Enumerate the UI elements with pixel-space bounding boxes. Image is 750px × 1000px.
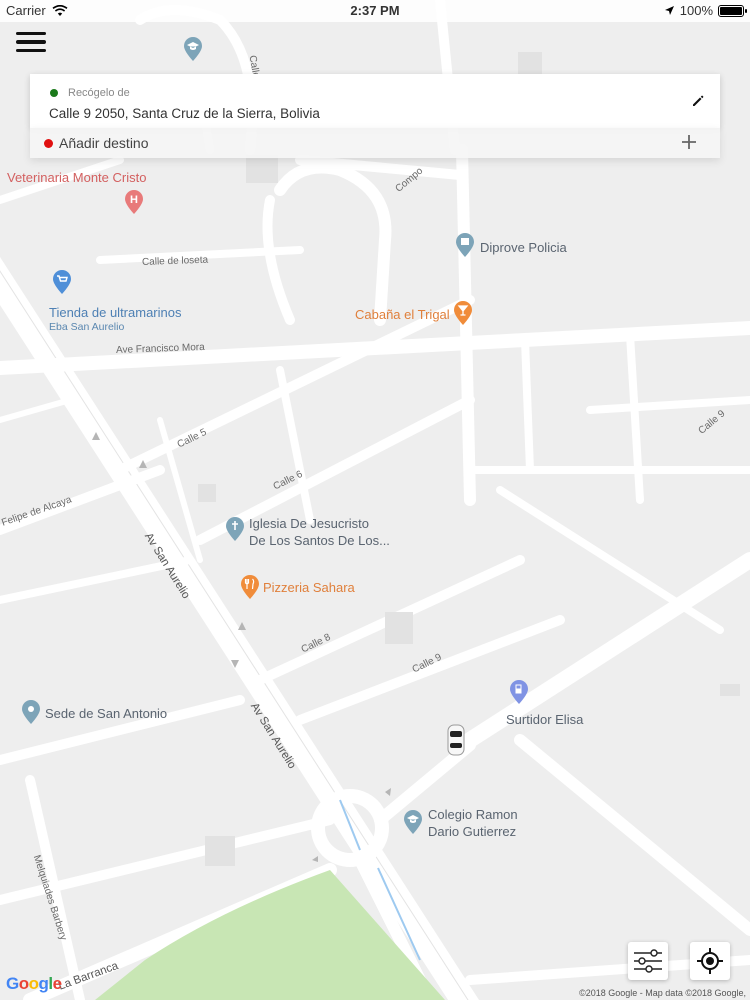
- clock: 2:37 PM: [350, 3, 400, 18]
- pickup-field[interactable]: Recógelo de Calle 9 2050, Santa Cruz de …: [30, 74, 720, 128]
- plus-icon[interactable]: [680, 133, 698, 151]
- poi-label-surtidor[interactable]: Surtidor Elisa: [506, 712, 583, 727]
- google-logo: Google: [6, 974, 62, 993]
- poi-sublabel-tienda: Eba San Aurelio: [49, 321, 125, 333]
- destination-dot-icon: [44, 139, 53, 148]
- cocktail-pin-icon[interactable]: [452, 300, 474, 326]
- status-bar: Carrier 2:37 PM 100%: [0, 0, 750, 22]
- school-pin-icon[interactable]: [402, 809, 424, 835]
- menu-bar: [16, 40, 46, 44]
- sliders-icon: [634, 949, 662, 973]
- poi-label-diprove[interactable]: Diprove Policia: [480, 240, 567, 255]
- poi-label-cabana[interactable]: Cabaña el Trigal: [355, 307, 450, 322]
- pickup-dot-icon: [50, 89, 58, 97]
- car-marker-icon[interactable]: [444, 723, 468, 757]
- restaurant-pin-icon[interactable]: [239, 574, 261, 600]
- map-copyright[interactable]: ©2018 Google - Map data ©2018 Google,: [579, 988, 746, 998]
- street-label: Calle de loseta: [141, 254, 209, 268]
- poi-label-iglesia[interactable]: Iglesia De Jesucristo: [249, 516, 369, 531]
- church-pin-icon[interactable]: [224, 516, 246, 542]
- menu-bar: [16, 31, 46, 36]
- poi-label-pizzeria[interactable]: Pizzeria Sahara: [263, 580, 355, 595]
- poi-label-iglesia-line2: De Los Santos De Los...: [249, 533, 390, 548]
- gas-station-pin-icon[interactable]: [508, 679, 530, 705]
- locate-me-button[interactable]: [690, 942, 730, 980]
- hospital-pin-icon[interactable]: H: [123, 189, 145, 215]
- poi-label-veterinaria[interactable]: Veterinaria Monte Cristo: [7, 170, 146, 185]
- destination-field[interactable]: Añadir destino: [30, 128, 720, 158]
- filter-button[interactable]: [628, 942, 668, 980]
- pickup-address: Calle 9 2050, Santa Cruz de la Sierra, B…: [49, 106, 320, 121]
- poi-label-sede[interactable]: Sede de San Antonio: [45, 706, 167, 721]
- pencil-icon[interactable]: [690, 93, 706, 109]
- address-card: Recógelo de Calle 9 2050, Santa Cruz de …: [30, 74, 720, 158]
- poi-label-colegio-line2: Dario Gutierrez: [428, 824, 517, 839]
- svg-text:H: H: [130, 194, 138, 206]
- place-pin-icon[interactable]: [20, 699, 42, 725]
- pickup-label: Recógelo de: [68, 87, 130, 99]
- add-destination-label[interactable]: Añadir destino: [59, 135, 149, 151]
- menu-bar: [16, 48, 46, 53]
- menu-button[interactable]: [12, 26, 52, 58]
- poi-label-colegio[interactable]: Colegio Ramon: [428, 807, 518, 822]
- my-location-icon: [697, 948, 723, 974]
- government-pin-icon[interactable]: [454, 232, 476, 258]
- location-arrow-icon: [664, 6, 674, 15]
- status-right: 100%: [664, 3, 747, 18]
- shopping-cart-pin-icon[interactable]: [51, 269, 73, 295]
- school-pin-icon[interactable]: [182, 36, 204, 62]
- poi-label-tienda[interactable]: Tienda de ultramarinos: [49, 305, 181, 320]
- battery-percent: 100%: [679, 3, 713, 18]
- battery-icon: [718, 4, 747, 17]
